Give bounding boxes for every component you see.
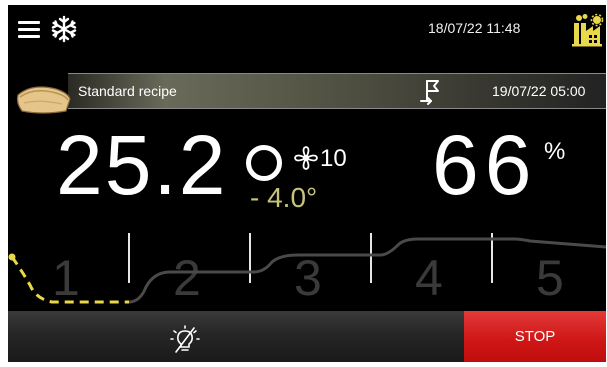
fan-speed-value: 10 (320, 145, 347, 172)
snowflake-icon (51, 15, 77, 43)
bread-icon[interactable] (12, 81, 76, 117)
bottom-bar (8, 311, 464, 362)
hamburger-menu-icon[interactable] (18, 21, 40, 39)
fan-icon (294, 146, 318, 170)
end-time: 19/07/22 05:00 (492, 83, 586, 99)
phase-chart: 1 2 3 4 5 (8, 233, 606, 306)
finish-flag-icon (420, 80, 439, 105)
light-off-icon[interactable] (170, 325, 200, 355)
temperature-readout[interactable]: 25.2 (56, 123, 228, 207)
degree-symbol (246, 145, 282, 181)
humidity-unit: % (544, 138, 566, 165)
stop-button[interactable]: STOP (464, 311, 606, 362)
temperature-delta: - 4.0° (250, 182, 318, 213)
recipe-name: Standard recipe (78, 83, 177, 99)
phase-label-5: 5 (536, 250, 564, 306)
phase-label-3: 3 (294, 250, 322, 306)
phase-label-4: 4 (415, 250, 443, 306)
current-datetime: 18/07/22 11:48 (428, 20, 521, 36)
current-position-marker (8, 253, 16, 261)
factory-icon[interactable] (570, 13, 604, 47)
phase-label-2: 2 (173, 250, 201, 306)
control-panel-screen: 18/07/22 11:48 Standard recipe 19/07/22 … (8, 5, 606, 362)
humidity-readout[interactable]: 66 (432, 123, 537, 207)
phase-label-1: 1 (52, 250, 80, 306)
